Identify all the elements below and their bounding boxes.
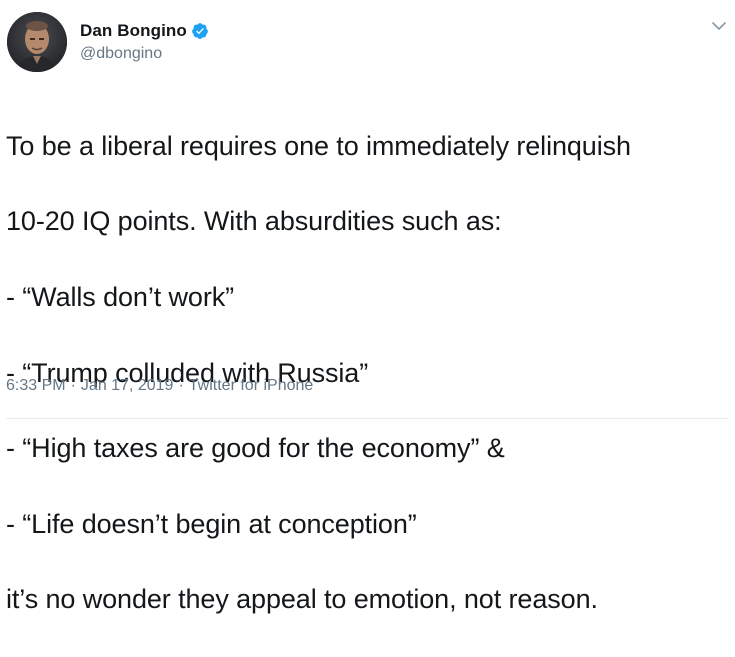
divider — [6, 418, 728, 419]
name-row: Dan Bongino — [80, 20, 209, 42]
tweet-text-line: To be a liberal requires one to immediat… — [6, 130, 631, 161]
tweet-text-line: - “Life doesn’t begin at conception” — [6, 508, 417, 539]
tweet-time[interactable]: 6:33 PM — [6, 377, 66, 395]
tweet-text-line: 10-20 IQ points. With absurdities such a… — [6, 206, 502, 237]
profile-photo-icon — [7, 12, 67, 72]
display-name[interactable]: Dan Bongino — [80, 21, 187, 41]
chevron-down-icon[interactable] — [709, 16, 729, 36]
tweet-text-line: - “High taxes are good for the economy” … — [6, 433, 505, 464]
tweet-source[interactable]: Twitter for iPhone — [189, 377, 314, 395]
tweet-text-line: it’s no wonder they appeal to emotion, n… — [6, 584, 598, 615]
avatar[interactable] — [7, 12, 67, 72]
meta-separator: · — [70, 377, 76, 394]
tweet-metadata: 6:33 PM · Jan 17, 2019 · Twitter for iPh… — [6, 377, 313, 395]
meta-separator: · — [178, 377, 184, 394]
tweet-card: Dan Bongino @dbongino To be a liberal re… — [0, 0, 735, 614]
handle[interactable]: @dbongino — [80, 45, 209, 63]
tweet-date[interactable]: Jan 17, 2019 — [81, 377, 174, 395]
tweet-text-line: - “Walls don’t work” — [6, 281, 235, 312]
author-block[interactable]: Dan Bongino @dbongino — [80, 20, 209, 63]
tweet-text: To be a liberal requires one to immediat… — [6, 90, 728, 657]
verified-badge-icon — [191, 22, 209, 40]
